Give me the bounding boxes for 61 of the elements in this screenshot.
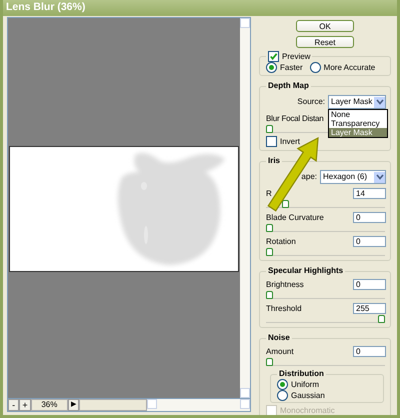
shape-dropdown[interactable]: Hexagon (6) [320,170,386,184]
radio-button[interactable] [277,390,288,401]
radio-button[interactable] [310,62,321,73]
slider-thumb[interactable] [266,358,273,366]
source-label: Source: [297,97,325,107]
slider-track[interactable] [266,248,385,256]
slider-track[interactable] [266,291,385,299]
group-title: Iris [268,156,280,166]
slider-track[interactable] [266,358,385,366]
value-field[interactable]: 14 [353,188,386,199]
source-dropdown[interactable]: Layer Mask [328,95,386,109]
parameter-label: R [266,188,272,198]
parameter-label: Amount [266,346,294,356]
status-field [79,399,147,411]
horizontal-scrollbar[interactable] [146,399,250,411]
dropdown-option[interactable]: Transparency [329,119,387,128]
group-title: Noise [268,333,290,343]
value-field[interactable]: 0 [353,279,386,290]
group-title: Depth Map [268,81,309,91]
parameter-label: Blur Focal Distan [266,114,324,124]
zoom-in-button[interactable]: + [19,399,31,411]
checkbox[interactable] [268,51,279,62]
group-title: Specular Highlights [268,266,344,276]
value-field[interactable]: 255 [353,303,386,314]
parameter-label: Threshold [266,304,302,314]
shape-label: ape: [301,172,317,182]
radio-label: Gaussian [291,390,325,400]
value-field[interactable]: 0 [353,346,386,357]
dropdown-option[interactable]: None [329,110,387,119]
dropdown-option[interactable]: Layer Mask [329,128,387,137]
group-title: Distribution [279,369,324,379]
zoom-out-button[interactable]: - [8,399,20,411]
caret-icon [374,96,385,108]
slider-thumb[interactable] [266,224,273,232]
radio-label: Faster [280,62,303,72]
caret-icon [374,172,385,182]
slider-thumb[interactable] [282,200,289,208]
parameter-label: Rotation [266,236,296,246]
slider-track[interactable] [266,224,385,232]
parameter-label: Blade Curvature [266,212,324,222]
checkbox-label: Monochromatic [280,406,335,415]
checkbox-label: Preview [282,52,310,62]
radio-label: Uniform [291,380,320,390]
slider-thumb[interactable] [378,315,385,323]
slider-thumb[interactable] [266,291,273,299]
dialog-button[interactable]: OK [296,20,354,32]
slider-track[interactable] [266,315,385,323]
window-title: Lens Blur (36%) [3,0,397,16]
value-field[interactable]: 0 [353,236,386,247]
parameter-label: Brightness [266,280,304,290]
radio-button[interactable] [266,62,277,73]
zoom-field[interactable]: 36% [30,399,68,411]
dialog-button[interactable]: Reset [296,36,354,48]
slider-thumb[interactable] [266,248,273,256]
checkbox[interactable] [266,136,277,147]
radio-label: More Accurate [324,62,376,72]
checkbox-label: Invert [280,136,300,146]
slider-thumb[interactable] [266,125,273,133]
radio-button[interactable] [277,379,288,390]
vertical-scrollbar[interactable] [240,18,250,398]
value-field[interactable]: 0 [353,212,386,223]
